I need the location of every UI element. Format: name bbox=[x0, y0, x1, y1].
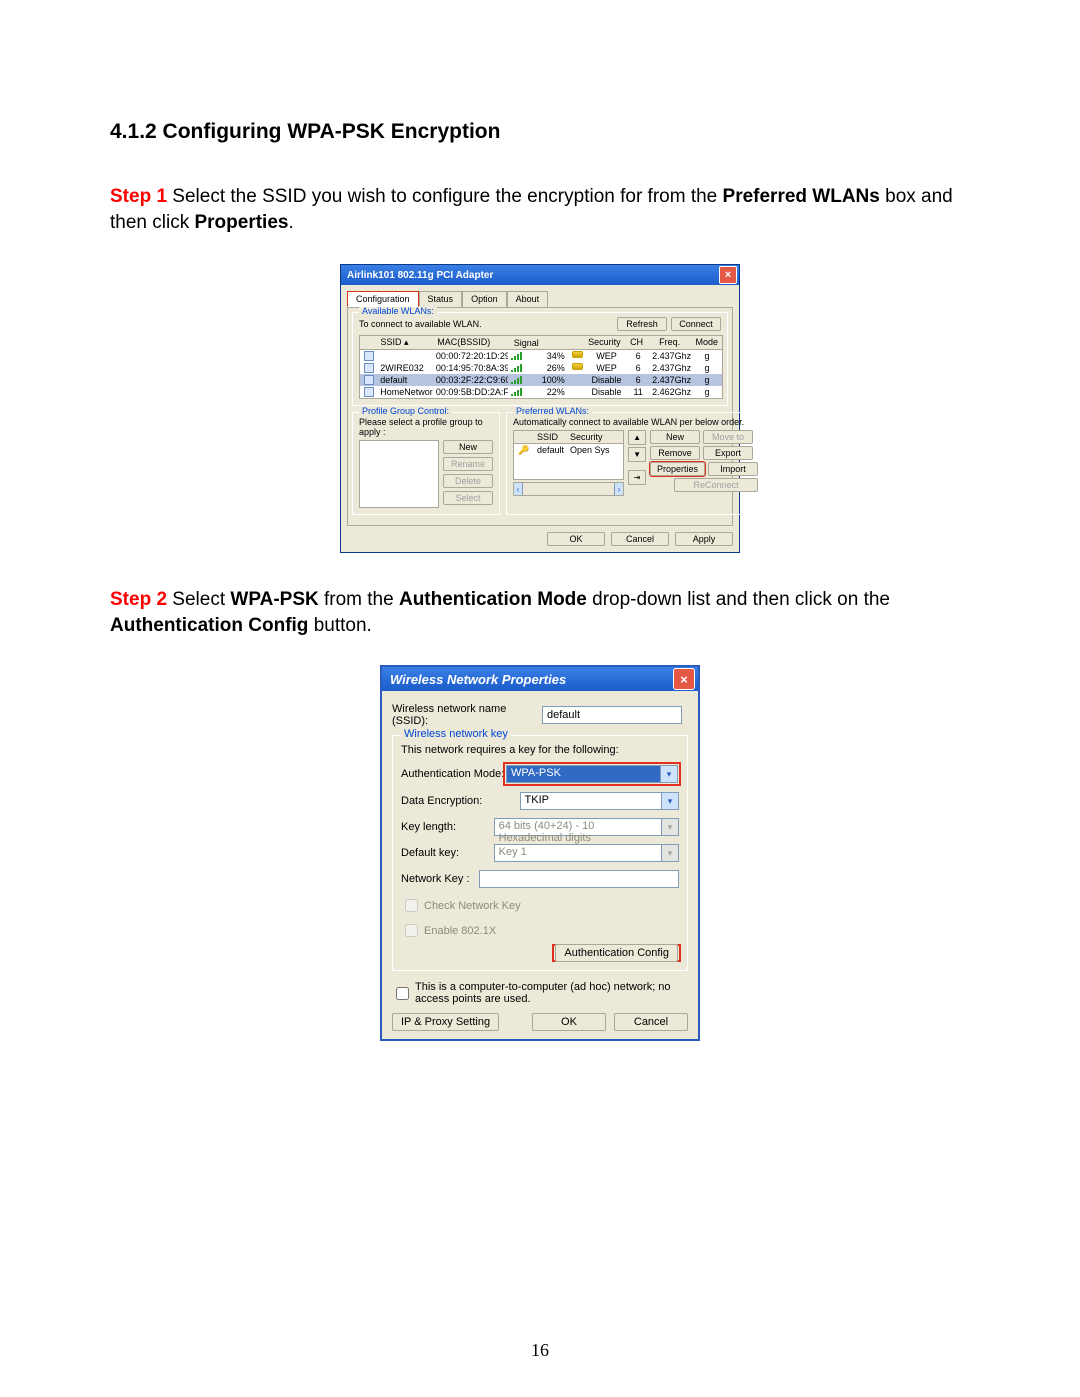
step-2-label: Step 2 bbox=[110, 589, 167, 610]
pgc-delete-button[interactable]: Delete bbox=[443, 474, 493, 488]
chevron-down-icon: ▾ bbox=[661, 819, 678, 835]
available-wlans-title: Available WLANs: bbox=[359, 306, 437, 316]
preferred-wlans-group: Preferred WLANs: Automatically connect t… bbox=[506, 412, 765, 515]
table-row[interactable]: default00:03:2F:22:C9:60100%Disable62.43… bbox=[360, 374, 722, 386]
ssid-label: Wireless network name (SSID): bbox=[392, 703, 542, 727]
apply-button[interactable]: Apply bbox=[675, 532, 733, 546]
enable-8021x-checkbox bbox=[405, 924, 418, 937]
key-length-label: Key length: bbox=[401, 821, 494, 833]
ssid-input[interactable] bbox=[542, 706, 682, 724]
network-key-label: Network Key : bbox=[401, 873, 479, 885]
available-wlans-group: Available WLANs: To connect to available… bbox=[352, 312, 728, 406]
step-1-text: Step 1 Select the SSID you wish to confi… bbox=[110, 184, 970, 236]
auth-mode-label: Authentication Mode: bbox=[401, 768, 505, 780]
network-key-title: Wireless network key bbox=[401, 728, 511, 740]
encryption-label: Data Encryption: bbox=[401, 795, 520, 807]
col-freq[interactable]: Freq. bbox=[648, 336, 692, 349]
ok-button[interactable]: OK bbox=[547, 532, 605, 546]
close-icon[interactable]: × bbox=[719, 266, 737, 284]
adapter-window: Airlink101 802.11g PCI Adapter × Configu… bbox=[340, 264, 740, 553]
pgc-select-button[interactable]: Select bbox=[443, 491, 493, 505]
cancel-button[interactable]: Cancel bbox=[611, 532, 669, 546]
network-key-input[interactable] bbox=[479, 870, 679, 888]
wireless-properties-window: Wireless Network Properties × Wireless n… bbox=[380, 665, 700, 1041]
refresh-button[interactable]: Refresh bbox=[617, 317, 667, 331]
step-1-label: Step 1 bbox=[110, 186, 167, 207]
tab-status[interactable]: Status bbox=[419, 291, 463, 307]
auth-mode-dropdown[interactable]: WPA-PSK ▾ bbox=[506, 765, 678, 783]
pref-note: Automatically connect to available WLAN … bbox=[513, 417, 758, 427]
check-network-key-checkbox bbox=[405, 899, 418, 912]
infra-icon bbox=[364, 363, 374, 373]
step-2-text: Step 2 Select WPA-PSK from the Authentic… bbox=[110, 587, 970, 639]
prop-title: Wireless Network Properties bbox=[390, 672, 566, 687]
encryption-dropdown[interactable]: TKIP ▾ bbox=[520, 792, 679, 810]
section-title: 4.1.2 Configuring WPA-PSK Encryption bbox=[110, 120, 970, 144]
key-length-dropdown: 64 bits (40+24) - 10 Hexadecimal digits … bbox=[494, 818, 679, 836]
col-mac[interactable]: MAC(BSSID) bbox=[434, 336, 510, 349]
close-icon[interactable]: × bbox=[673, 668, 695, 690]
key-icon bbox=[572, 363, 583, 370]
check-network-key: Check Network Key bbox=[401, 896, 679, 915]
tab-bar: Configuration Status Option About bbox=[347, 291, 733, 308]
network-key-note: This network requires a key for the foll… bbox=[401, 744, 679, 756]
pgc-list[interactable] bbox=[359, 440, 439, 508]
pref-properties-button[interactable]: Properties bbox=[650, 462, 705, 476]
move-up-icon[interactable]: ▲ bbox=[628, 430, 646, 445]
adhoc-check[interactable]: This is a computer-to-computer (ad hoc) … bbox=[392, 981, 688, 1005]
default-key-dropdown: Key 1 ▾ bbox=[494, 844, 679, 862]
move-right-icon[interactable]: ⇥ bbox=[628, 470, 646, 485]
tab-configuration[interactable]: Configuration bbox=[347, 291, 419, 307]
table-row[interactable]: 2WIRE03200:14:95:70:8A:3926%WEP62.437Ghz… bbox=[360, 362, 722, 374]
cancel-button[interactable]: Cancel bbox=[614, 1013, 688, 1031]
tab-about[interactable]: About bbox=[507, 291, 549, 307]
available-note: To connect to available WLAN. bbox=[359, 319, 482, 329]
pref-export-button[interactable]: Export bbox=[703, 446, 753, 460]
col-ch[interactable]: CH bbox=[625, 336, 647, 349]
pref-remove-button[interactable]: Remove bbox=[650, 446, 700, 460]
pgc-title: Profile Group Control: bbox=[359, 406, 452, 416]
window-title: Airlink101 802.11g PCI Adapter bbox=[347, 270, 493, 281]
pref-reconnect-button[interactable]: ReConnect bbox=[674, 478, 758, 492]
key-icon bbox=[572, 351, 583, 358]
available-wlan-table[interactable]: SSID ▴ MAC(BSSID) Signal Security CH Fre… bbox=[359, 335, 723, 399]
page-number: 16 bbox=[0, 1340, 1080, 1361]
chevron-down-icon: ▾ bbox=[661, 793, 678, 809]
pref-list[interactable]: SSID Security 🔑 default Open Sys bbox=[513, 430, 624, 480]
pgc-note: Please select a profile group to apply : bbox=[359, 417, 493, 437]
pref-moveto-button[interactable]: Move to bbox=[703, 430, 753, 444]
default-key-label: Default key: bbox=[401, 847, 494, 859]
infra-icon bbox=[364, 387, 374, 397]
infra-icon bbox=[364, 375, 374, 385]
pref-new-button[interactable]: New bbox=[650, 430, 700, 444]
infra-icon bbox=[364, 351, 374, 361]
move-down-icon[interactable]: ▼ bbox=[628, 447, 646, 462]
auth-config-button[interactable]: Authentication Config bbox=[555, 944, 678, 962]
col-signal[interactable]: Signal bbox=[511, 336, 566, 349]
col-mode[interactable]: Mode bbox=[691, 336, 722, 349]
chevron-down-icon: ▾ bbox=[660, 766, 677, 782]
pref-row[interactable]: 🔑 default Open Sys bbox=[514, 444, 623, 457]
table-row[interactable]: HomeNetwork00:09:5B:DD:2A:FC22%Disable11… bbox=[360, 386, 722, 398]
pref-import-button[interactable]: Import bbox=[708, 462, 758, 476]
chevron-down-icon: ▾ bbox=[661, 845, 678, 861]
col-ssid[interactable]: SSID ▴ bbox=[377, 336, 434, 349]
tab-option[interactable]: Option bbox=[462, 291, 507, 307]
col-security[interactable]: Security bbox=[583, 336, 625, 349]
ok-button[interactable]: OK bbox=[532, 1013, 606, 1031]
prop-titlebar: Wireless Network Properties × bbox=[382, 667, 698, 691]
connect-button[interactable]: Connect bbox=[671, 317, 721, 331]
profile-group-control: Profile Group Control: Please select a p… bbox=[352, 412, 500, 515]
table-row[interactable]: 00:00:72:20:1D:2934%WEP62.437Ghzg bbox=[360, 350, 722, 362]
pref-title: Preferred WLANs: bbox=[513, 406, 592, 416]
enable-8021x: Enable 802.1X bbox=[401, 921, 679, 940]
adhoc-checkbox[interactable] bbox=[396, 987, 409, 1000]
network-key-group: Wireless network key This network requir… bbox=[392, 735, 688, 971]
pgc-rename-button[interactable]: Rename bbox=[443, 457, 493, 471]
window-titlebar: Airlink101 802.11g PCI Adapter × bbox=[341, 265, 739, 285]
pgc-new-button[interactable]: New bbox=[443, 440, 493, 454]
ip-proxy-button[interactable]: IP & Proxy Setting bbox=[392, 1013, 499, 1031]
